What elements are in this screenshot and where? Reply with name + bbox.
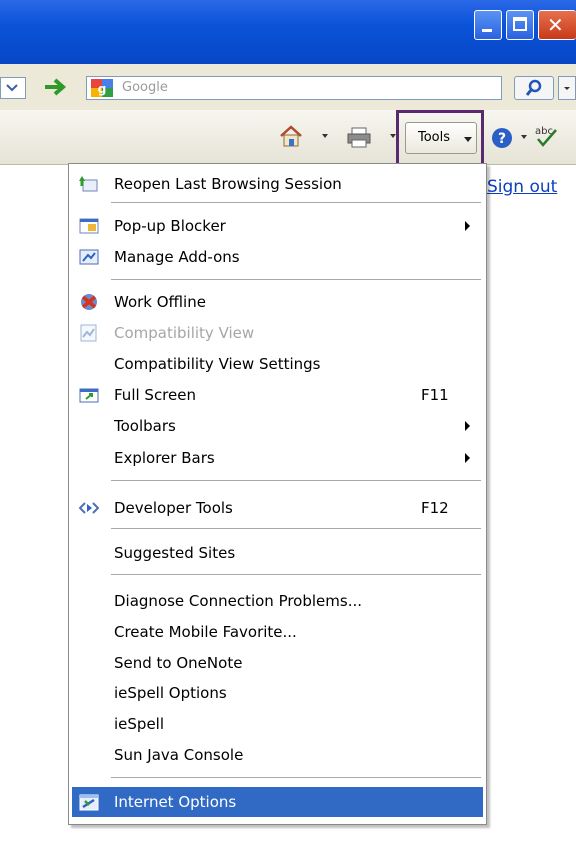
internet-options-icon	[79, 794, 99, 811]
go-arrow-icon	[45, 78, 67, 96]
menu-item-developer-tools[interactable]: Developer Tools F12	[69, 493, 486, 523]
submenu-arrow-icon	[465, 221, 470, 231]
manage-addons-icon	[79, 249, 99, 265]
menu-item-suggested-sites[interactable]: Suggested Sites	[69, 538, 486, 568]
google-logo-icon: g	[91, 79, 113, 97]
svg-text:g: g	[98, 82, 107, 96]
compatibility-view-icon	[80, 324, 97, 342]
menu-item-sun-java-console[interactable]: Sun Java Console	[69, 740, 486, 770]
window-title-bar: ✕	[0, 0, 576, 64]
menu-item-popup-blocker[interactable]: Pop-up Blocker	[69, 211, 486, 241]
reopen-session-icon	[79, 176, 98, 192]
menu-item-toolbars[interactable]: Toolbars	[69, 411, 486, 441]
search-options-dropdown[interactable]	[558, 76, 576, 100]
menu-item-send-to-onenote[interactable]: Send to OneNote	[69, 648, 486, 678]
menu-item-manage-add-ons[interactable]: Manage Add-ons	[69, 242, 486, 272]
address-search-row: g Google	[0, 64, 576, 110]
menu-item-full-screen[interactable]: Full Screen F11	[69, 380, 486, 410]
close-icon: ✕	[547, 13, 564, 37]
chevron-down-icon	[564, 87, 570, 90]
print-icon[interactable]	[346, 126, 372, 148]
menu-separator	[111, 528, 481, 529]
maximize-icon	[513, 17, 527, 31]
menu-separator	[111, 202, 481, 203]
menu-item-explorer-bars[interactable]: Explorer Bars	[69, 443, 486, 473]
sign-out-link[interactable]: Sign out	[487, 177, 557, 197]
tools-menu: Reopen Last Browsing Session Pop-up Bloc…	[68, 163, 487, 825]
svg-text:?: ?	[498, 131, 506, 147]
address-dropdown-button[interactable]	[0, 77, 26, 99]
menu-item-iespell[interactable]: ieSpell	[69, 709, 486, 739]
menu-item-iespell-options[interactable]: ieSpell Options	[69, 678, 486, 708]
menu-item-compatibility-view: Compatibility View	[69, 318, 486, 348]
search-placeholder: Google	[122, 80, 168, 95]
menu-item-reopen-last-browsing-session[interactable]: Reopen Last Browsing Session	[69, 169, 486, 199]
menu-separator	[111, 574, 481, 575]
spell-check-icon[interactable]: abc	[532, 124, 562, 150]
menu-separator	[111, 480, 481, 481]
maximize-button[interactable]	[506, 10, 534, 40]
search-input[interactable]: g Google	[86, 76, 502, 100]
minimize-icon	[482, 29, 492, 32]
menu-item-compatibility-view-settings[interactable]: Compatibility View Settings	[69, 349, 486, 379]
help-dropdown-arrow[interactable]	[521, 135, 527, 139]
submenu-arrow-icon	[465, 453, 470, 463]
search-button[interactable]	[514, 76, 554, 100]
submenu-arrow-icon	[465, 421, 470, 431]
work-offline-icon	[81, 294, 97, 310]
popup-blocker-icon	[79, 218, 99, 234]
minimize-button[interactable]	[474, 10, 502, 40]
search-icon	[525, 79, 542, 96]
developer-tools-icon	[79, 502, 99, 514]
go-button[interactable]	[42, 75, 68, 99]
menu-item-create-mobile-favorite[interactable]: Create Mobile Favorite...	[69, 617, 486, 647]
home-icon[interactable]	[278, 124, 304, 148]
command-bar: Tools ? abc	[0, 110, 576, 168]
chevron-down-icon	[6, 84, 18, 92]
home-dropdown-arrow[interactable]	[322, 134, 328, 138]
menu-separator	[111, 279, 481, 280]
menu-item-internet-options[interactable]: Internet Options	[72, 787, 483, 817]
menu-separator	[111, 777, 481, 778]
menu-item-work-offline[interactable]: Work Offline	[69, 287, 486, 317]
close-button[interactable]: ✕	[538, 10, 576, 40]
menu-item-diagnose-connection-problems[interactable]: Diagnose Connection Problems...	[69, 586, 486, 616]
tools-button-highlight	[396, 110, 484, 168]
help-icon[interactable]: ?	[490, 126, 514, 150]
full-screen-icon	[79, 388, 99, 403]
